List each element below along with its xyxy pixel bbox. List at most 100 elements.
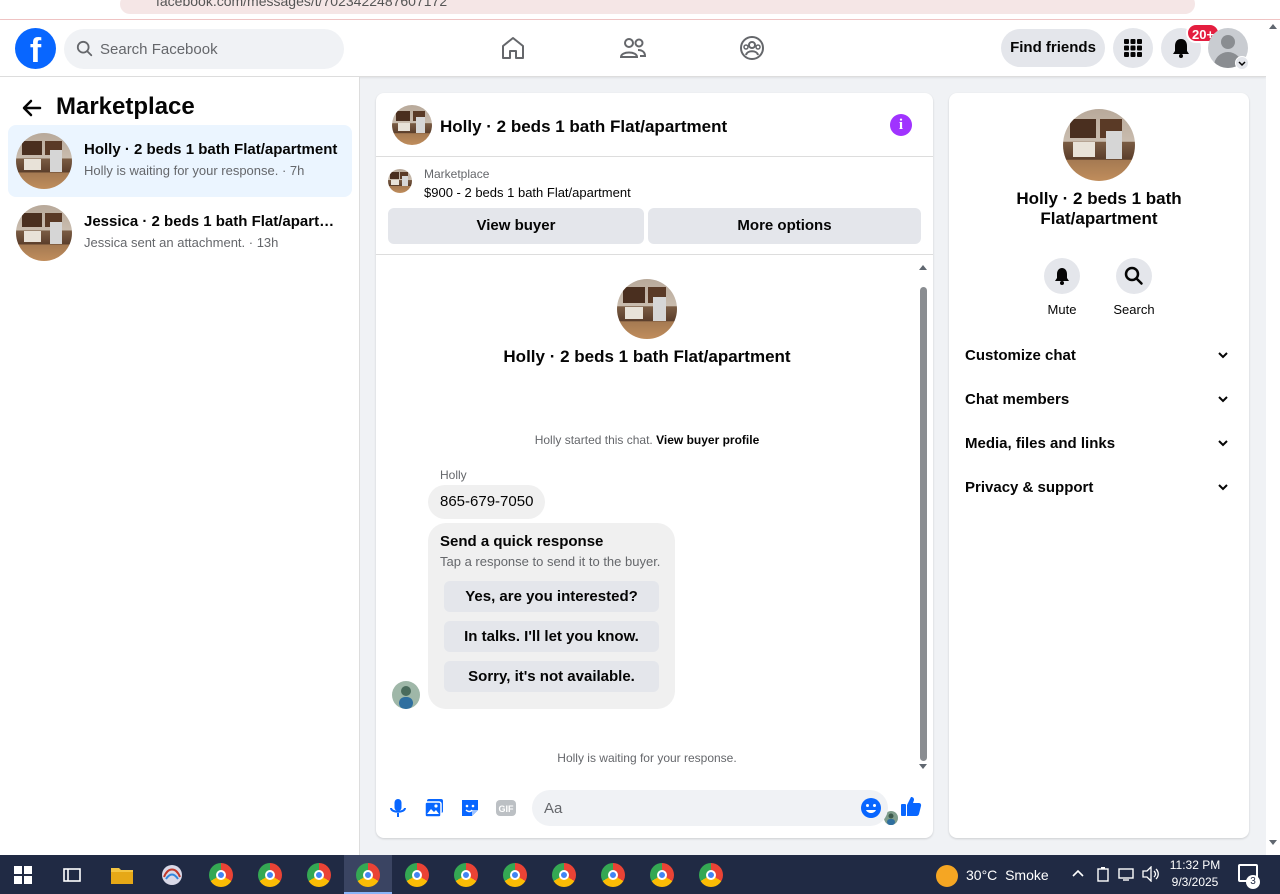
network-icon[interactable]: [1118, 866, 1136, 882]
search-icon: [1124, 266, 1143, 285]
groups-icon[interactable]: [738, 34, 766, 62]
chrome-profile-icon[interactable]: [650, 863, 674, 887]
conversation-name: Holly · 2 beds 1 bath Flat/apartment: [84, 141, 338, 158]
chrome-profile-icon[interactable]: [356, 863, 380, 887]
quick-response-option[interactable]: Yes, are you interested?: [444, 581, 659, 612]
media-files-links-section[interactable]: Media, files and links: [965, 431, 1233, 459]
conversation-item-jessica[interactable]: Jessica · 2 beds 1 bath Flat/apartment J…: [8, 197, 352, 269]
search-action[interactable]: Search: [1104, 258, 1164, 317]
page-scroll-up-icon[interactable]: [1269, 24, 1277, 29]
search-button[interactable]: [1116, 258, 1152, 294]
weather-temperature: 30°C: [966, 867, 998, 883]
sender-avatar[interactable]: [392, 681, 420, 709]
bell-icon: [1173, 39, 1189, 58]
message-bubble[interactable]: 865-679-7050: [428, 485, 546, 519]
chat-pane: Holly · 2 beds 1 bath Flat/apartment i M…: [376, 93, 933, 838]
address-text: facebook.com/messages/t/7023422487607172: [156, 0, 448, 9]
section-label: Media, files and links: [965, 435, 1116, 452]
back-arrow-icon[interactable]: [20, 96, 44, 120]
chevron-up-icon[interactable]: [1071, 868, 1085, 878]
search-box[interactable]: [64, 29, 344, 69]
thumbs-up-icon[interactable]: [899, 794, 923, 818]
address-bar[interactable]: facebook.com/messages/t/7023422487607172: [120, 0, 1195, 14]
clock-date: 9/3/2025: [1171, 875, 1219, 889]
mute-label: Mute: [1047, 302, 1077, 317]
windows-start-icon[interactable]: [14, 866, 32, 884]
chat-scroll-thumb[interactable]: [920, 287, 927, 761]
chevron-down-icon: [1218, 352, 1228, 359]
search-label: Search: [1113, 302, 1155, 317]
quick-response-subtitle: Tap a response to send it to the buyer.: [440, 554, 661, 569]
file-explorer-icon[interactable]: [110, 864, 134, 886]
scroll-up-arrow-icon[interactable]: [919, 265, 927, 270]
sticker-icon[interactable]: [459, 797, 481, 819]
browser-bar: facebook.com/messages/t/7023422487607172: [0, 0, 1280, 20]
listing-summary: Marketplace $900 - 2 beds 1 bath Flat/ap…: [376, 157, 933, 255]
message-input-box[interactable]: [532, 790, 888, 826]
listing-small-thumbnail: [388, 169, 412, 193]
sender-name: Holly: [440, 468, 467, 482]
chat-details-pane: Holly · 2 beds 1 bath Flat/apartment Mut…: [949, 93, 1249, 838]
gif-icon[interactable]: GIF: [495, 797, 517, 819]
conversation-item-holly[interactable]: Holly · 2 beds 1 bath Flat/apartment Hol…: [8, 125, 352, 197]
quick-response-title: Send a quick response: [440, 533, 604, 550]
section-label: Chat members: [965, 391, 1070, 408]
chrome-profile-icon[interactable]: [454, 863, 478, 887]
chrome-profile-icon[interactable]: [405, 863, 429, 887]
app-icon[interactable]: [160, 863, 184, 887]
view-buyer-profile-link[interactable]: View buyer profile: [656, 433, 759, 447]
intro-title: Holly · 2 beds 1 bath Flat/apartment: [503, 347, 791, 366]
chrome-profile-icon[interactable]: [503, 863, 527, 887]
listing-price-title[interactable]: $900 - 2 beds 1 bath Flat/apartment: [424, 185, 631, 200]
chrome-profile-icon[interactable]: [699, 863, 723, 887]
quick-response-option[interactable]: In talks. I'll let you know.: [444, 621, 659, 652]
chat-thumbnail[interactable]: [392, 105, 432, 145]
chat-scrollbar[interactable]: [918, 263, 928, 771]
home-icon[interactable]: [499, 34, 527, 62]
view-buyer-button[interactable]: View buyer: [388, 208, 644, 244]
page-scroll-down-icon[interactable]: [1269, 840, 1277, 845]
info-icon[interactable]: i: [890, 114, 912, 136]
chrome-profile-icon[interactable]: [258, 863, 282, 887]
message-composer: GIF: [376, 775, 933, 838]
chrome-profile-icon[interactable]: [601, 863, 625, 887]
facebook-logo[interactable]: f: [15, 28, 56, 69]
quick-response-option[interactable]: Sorry, it's not available.: [444, 661, 659, 692]
chat-members-section[interactable]: Chat members: [965, 387, 1233, 415]
friends-icon[interactable]: [619, 34, 647, 62]
chat-title[interactable]: Holly · 2 beds 1 bath Flat/apartment: [440, 117, 727, 137]
mute-action[interactable]: Mute: [1032, 258, 1092, 317]
page-scrollbar[interactable]: [1266, 20, 1280, 855]
privacy-support-section[interactable]: Privacy & support: [965, 475, 1233, 503]
customize-chat-section[interactable]: Customize chat: [965, 343, 1233, 371]
details-thumbnail: [1063, 109, 1135, 181]
quick-response-card: Send a quick response Tap a response to …: [428, 523, 675, 709]
more-options-button[interactable]: More options: [648, 208, 921, 244]
task-view-icon[interactable]: [62, 865, 82, 885]
bell-icon: [1055, 268, 1069, 285]
find-friends-button[interactable]: Find friends: [1001, 29, 1105, 67]
system-clock[interactable]: 11:32 PM 9/3/2025: [1160, 857, 1230, 891]
chrome-profile-icon[interactable]: [552, 863, 576, 887]
clock-time: 11:32 PM: [1169, 858, 1221, 872]
account-chevron-icon[interactable]: [1235, 56, 1249, 70]
weather-widget[interactable]: 30°C Smoke: [936, 863, 1049, 888]
conversation-preview: Holly is waiting for your response. · 7h: [84, 163, 305, 178]
chevron-down-icon: [1218, 484, 1228, 491]
microphone-icon[interactable]: [387, 797, 409, 819]
emoji-icon[interactable]: [860, 797, 882, 819]
photo-icon[interactable]: [423, 797, 445, 819]
notification-count: 3: [1246, 875, 1260, 889]
message-input[interactable]: [544, 790, 844, 826]
volume-icon[interactable]: [1142, 866, 1160, 882]
chrome-icon[interactable]: [209, 863, 233, 887]
scroll-down-arrow-icon[interactable]: [919, 764, 927, 769]
page-title: Marketplace: [56, 93, 195, 120]
chrome-profile-icon[interactable]: [307, 863, 331, 887]
weather-icon: [936, 865, 958, 888]
menu-button[interactable]: [1113, 28, 1153, 68]
waiting-notice: Holly is waiting for your response.: [557, 751, 737, 765]
mute-button[interactable]: [1044, 258, 1080, 294]
search-input[interactable]: [100, 29, 330, 69]
battery-icon[interactable]: [1096, 866, 1110, 882]
